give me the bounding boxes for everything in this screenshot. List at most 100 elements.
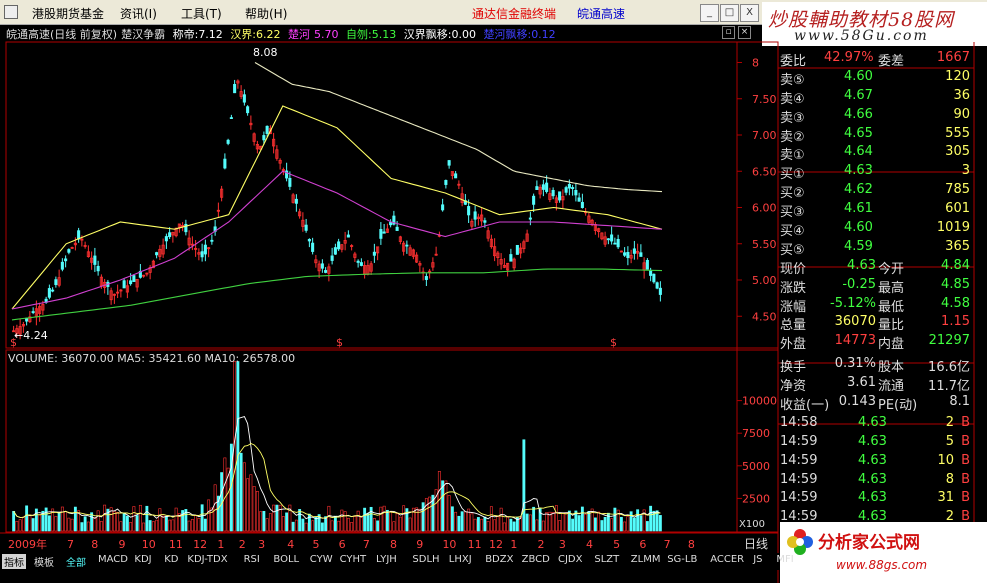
candle-body (645, 259, 649, 270)
volume-bar (129, 522, 133, 532)
tab-boll[interactable]: BOLL (273, 554, 299, 565)
ask-price: 4.60 (844, 68, 873, 84)
volume-bar (564, 512, 568, 532)
volume-bar (639, 515, 643, 532)
candle-body (168, 232, 172, 238)
volume-bar (512, 521, 516, 532)
tick-time: 14:59 (780, 471, 818, 487)
volume-bar (38, 514, 42, 532)
candle-body (200, 251, 204, 258)
tab-slzt[interactable]: SLZT (594, 554, 619, 565)
ask-price: 4.66 (844, 106, 873, 122)
volume-bar (502, 522, 506, 532)
stat-row: 外盘 14773 内盘 21297 (778, 333, 974, 352)
tab-kdj[interactable]: KDJ (134, 554, 151, 565)
indicator-line-称帝 (254, 62, 663, 193)
volume-bar (398, 516, 402, 532)
tick-time: 14:58 (780, 414, 818, 430)
candle-body (395, 226, 399, 231)
candle-body (333, 247, 337, 255)
fund-value: 8.1 (949, 394, 970, 410)
tick-row: 14:58 4.63 2 B (778, 415, 974, 434)
stat-label: 总量 (780, 318, 807, 334)
stat-value: 21297 (928, 333, 970, 349)
tab-rsi[interactable]: RSI (244, 554, 260, 565)
volume-bar (561, 512, 565, 532)
tick-list: 14:58 4.63 2 B 14:59 4.63 5 B 14:59 4.63 10 B 14:59 4… (778, 415, 974, 528)
split-marker: $ (610, 336, 617, 349)
fundamental-row: 换手 0.31% 股本 16.6亿 (778, 356, 974, 375)
stat-value: -5.12% (830, 295, 876, 311)
stat-label: 外盘 (780, 337, 807, 353)
tab-sg-lb[interactable]: SG-LB (667, 554, 697, 565)
volume-bar (402, 505, 406, 532)
ask-label: 卖② (780, 129, 805, 145)
tab-zbcd[interactable]: ZBCD (522, 554, 550, 565)
candle-body (67, 249, 71, 253)
candle-body (77, 230, 81, 240)
volume-bar (343, 511, 347, 532)
tab-mfi[interactable]: MFI (776, 554, 793, 565)
volume-bar (268, 513, 272, 532)
tab-模板[interactable]: 模板 (34, 554, 54, 569)
x-axis-label: 8 (688, 538, 695, 551)
volume-bar (25, 505, 29, 532)
volume-bar (489, 506, 493, 532)
tab-lhxj[interactable]: LHXJ (449, 554, 472, 565)
x-axis-label: 7 (67, 538, 74, 551)
tab-cyw[interactable]: CYW (310, 554, 333, 565)
candle-body (551, 189, 555, 197)
tab-js[interactable]: JS (753, 554, 762, 565)
tab-accer[interactable]: ACCER (710, 554, 744, 565)
volume-bar (463, 511, 467, 532)
x-axis-label: 12 (489, 538, 503, 551)
tick-time: 14:59 (780, 452, 818, 468)
volume-bar (145, 505, 149, 532)
candle-body (265, 125, 269, 134)
candle-body (372, 251, 376, 256)
tab-kdj-tdx[interactable]: KDJ-TDX (187, 554, 227, 565)
ask-label: 卖⑤ (780, 72, 805, 88)
stat-row: 总量 36070 量比 1.15 (778, 314, 974, 333)
candle-body (454, 173, 458, 179)
tab-lyjh[interactable]: LYJH (376, 554, 397, 565)
candle-body (382, 231, 386, 234)
volume-bar (116, 512, 120, 532)
period-label[interactable]: 日线 (744, 537, 768, 551)
volume-bar (31, 518, 35, 532)
stat-label: 最高 (878, 280, 905, 296)
volume-bar (15, 520, 19, 532)
tab-macd[interactable]: MACD (98, 554, 128, 565)
tab-bdzx[interactable]: BDZX (485, 554, 513, 565)
candle-body (51, 289, 55, 292)
volume-bar (376, 520, 380, 532)
indicator-line-楚河 (11, 170, 663, 310)
tab-kd[interactable]: KD (164, 554, 178, 565)
x-axis-label: 3 (559, 538, 566, 551)
stats-list: 现价 4.63 今开 4.84 涨跌 -0.25 最高 4.85 涨幅 -5.12% 最低 4.58 总… (778, 258, 974, 353)
candle-body (346, 234, 350, 238)
ask-price: 4.67 (844, 87, 873, 103)
stat-label: 涨幅 (780, 299, 807, 315)
volume-bar (359, 516, 363, 532)
tab-全部[interactable]: 全部 (66, 554, 86, 569)
candle-body (649, 269, 653, 276)
tab-cyht[interactable]: CYHT (340, 554, 367, 565)
ask-volume: 120 (945, 68, 970, 84)
volume-bar (369, 506, 373, 532)
fundamentals-list: 换手 0.31% 股本 16.6亿 净资 3.61 流通 11.7亿 收益(一) 0.143 PE(… (778, 356, 974, 413)
x-axis-label: 10 (442, 538, 456, 551)
fund-label: 净资 (780, 379, 807, 395)
tab-zlmm[interactable]: ZLMM (631, 554, 661, 565)
tab-cjdx[interactable]: CJDX (558, 554, 582, 565)
tab-sdlh[interactable]: SDLH (412, 554, 439, 565)
volume-bar (558, 520, 562, 532)
volume-bar (350, 522, 354, 532)
bid-label: 买③ (780, 205, 805, 221)
tab-指标[interactable]: 指标 (2, 554, 26, 569)
candle-body (545, 182, 549, 192)
ask-row: 卖① 4.64 305 (778, 144, 974, 163)
bid-price: 4.60 (844, 220, 873, 236)
volume-bar (64, 511, 68, 532)
volume-bar (57, 511, 61, 532)
